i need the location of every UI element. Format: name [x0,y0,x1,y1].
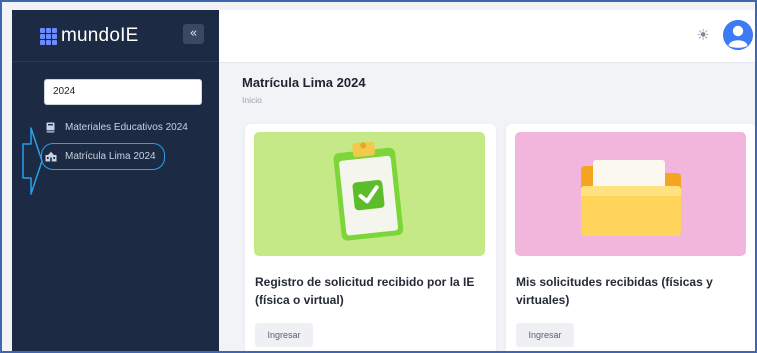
logo[interactable]: mundoIE [40,25,138,47]
ingresar-button[interactable]: Ingresar [255,323,313,347]
card-title: Mis solicitudes recibidas (físicas y vir… [516,275,713,307]
sidebar-header: mundoIE « [12,10,219,62]
search-input[interactable]: 2024 [44,79,202,105]
breadcrumb[interactable]: Inicio [242,95,262,105]
user-avatar-icon[interactable] [723,20,753,50]
arrow-right-icon [22,127,43,195]
ingresar-button[interactable]: Ingresar [516,323,574,347]
sidebar-item-label: Materiales Educativos 2024 [65,122,188,133]
folder-illustration [515,132,746,256]
sidebar-item-materiales[interactable]: Materiales Educativos 2024 [45,122,188,133]
card-registro: Registro de solicitud recibido por la IE… [245,124,496,351]
card-solicitudes: Mis solicitudes recibidas (físicas y vir… [506,124,755,351]
card-title: Registro de solicitud recibido por la IE… [255,275,475,307]
grid-icon [40,27,57,45]
book-icon [45,122,56,133]
page-title: Matrícula Lima 2024 [242,75,366,90]
clipboard-check-illustration [254,132,485,256]
app-window: mundoIE « 2024 Materiales Educativos 202… [0,0,757,353]
logo-text: mundoIE [61,25,139,46]
highlight-outline [41,143,165,170]
top-header: ☀ [219,10,755,63]
collapse-sidebar-button[interactable]: « [183,24,204,44]
sidebar: mundoIE « 2024 Materiales Educativos 202… [12,10,219,351]
sun-icon[interactable]: ☀ [694,26,712,44]
